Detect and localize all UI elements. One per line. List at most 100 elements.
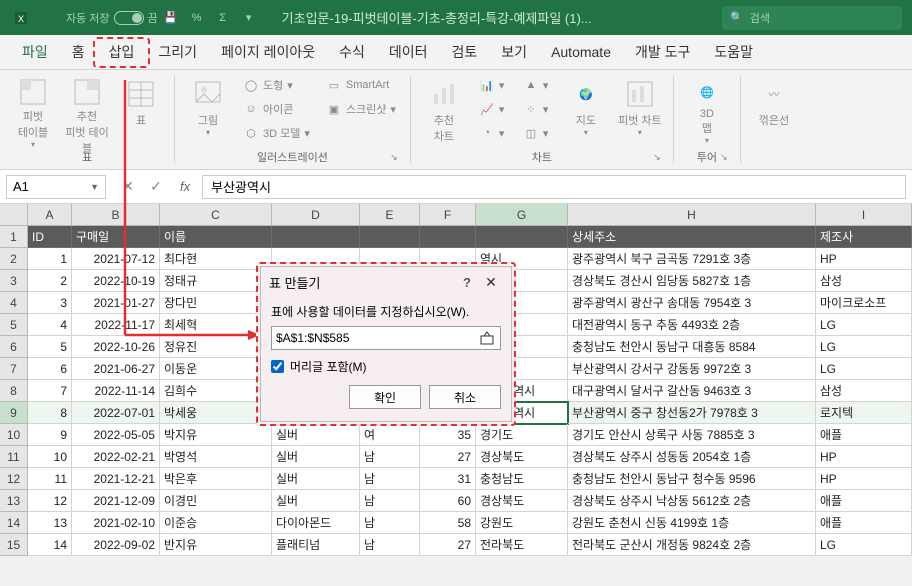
cell[interactable]: 8 (28, 402, 72, 424)
header-cell[interactable]: 이름 (160, 226, 272, 248)
cell[interactable]: 전라북도 (476, 534, 568, 556)
icons-button[interactable]: ☺아이콘 (237, 98, 316, 120)
chart-type-1[interactable]: 📊▾ (473, 74, 513, 96)
header-cell[interactable] (360, 226, 420, 248)
tab-data[interactable]: 데이터 (377, 35, 440, 70)
cell[interactable]: 박지유 (160, 424, 272, 446)
cell[interactable]: 부산광역시 강서구 강동동 9972호 3 (568, 358, 816, 380)
cell[interactable]: 반지유 (160, 534, 272, 556)
cell[interactable]: 60 (420, 490, 476, 512)
cell[interactable]: 3 (28, 292, 72, 314)
cell[interactable]: 다이아몬드 (272, 512, 360, 534)
cell[interactable]: 실버 (272, 446, 360, 468)
cell[interactable]: 2021-02-10 (72, 512, 160, 534)
col-header-I[interactable]: I (816, 204, 912, 225)
header-cell[interactable]: ID (28, 226, 72, 248)
cell[interactable]: 2021-06-27 (72, 358, 160, 380)
tab-developer[interactable]: 개발 도구 (623, 35, 702, 70)
row-header-7[interactable]: 7 (0, 358, 28, 380)
cell[interactable]: 1 (28, 248, 72, 270)
chart-type-3[interactable]: ◔▾ (473, 122, 513, 144)
cell[interactable]: 2 (28, 270, 72, 292)
row-header-1[interactable]: 1 (0, 226, 28, 248)
row-header-11[interactable]: 11 (0, 446, 28, 468)
col-header-H[interactable]: H (568, 204, 816, 225)
row-header-6[interactable]: 6 (0, 336, 28, 358)
tab-formulas[interactable]: 수식 (327, 35, 377, 70)
header-cell[interactable]: 구매일 (72, 226, 160, 248)
cell[interactable]: 실버 (272, 424, 360, 446)
dialog-launcher-icon[interactable]: ↘ (388, 151, 400, 163)
cell[interactable]: 전라북도 군산시 개정동 9824호 2층 (568, 534, 816, 556)
dialog-launcher-icon[interactable]: ↘ (651, 151, 663, 163)
cell[interactable]: 9 (28, 424, 72, 446)
row-header-3[interactable]: 3 (0, 270, 28, 292)
cell[interactable]: 5 (28, 336, 72, 358)
cell[interactable]: 경상북도 상주시 성동동 2054호 1층 (568, 446, 816, 468)
row-header-5[interactable]: 5 (0, 314, 28, 336)
cell[interactable]: 실버 (272, 490, 360, 512)
3dmodel-button[interactable]: ⬡3D 모델 ▾ (237, 122, 316, 144)
picture-button[interactable]: 그림▾ (183, 74, 233, 149)
row-header-14[interactable]: 14 (0, 512, 28, 534)
row-header-2[interactable]: 2 (0, 248, 28, 270)
cell[interactable]: 남 (360, 512, 420, 534)
tab-view[interactable]: 보기 (489, 35, 539, 70)
tab-review[interactable]: 검토 (440, 35, 490, 70)
cell[interactable]: 애플 (816, 512, 912, 534)
header-cell[interactable]: 제조사 (816, 226, 912, 248)
header-cell[interactable]: 상세주소 (568, 226, 816, 248)
col-header-C[interactable]: C (160, 204, 272, 225)
chart-type-6[interactable]: ◫▾ (517, 122, 557, 144)
cell[interactable]: 광주광역시 광산구 송대동 7954호 3 (568, 292, 816, 314)
row-header-4[interactable]: 4 (0, 292, 28, 314)
cell[interactable]: 박은후 (160, 468, 272, 490)
tab-home[interactable]: 홈 (60, 35, 97, 70)
shapes-button[interactable]: ◯도형 ▾ (237, 74, 316, 96)
cell[interactable]: 강원도 춘천시 신동 4199호 1층 (568, 512, 816, 534)
tab-insert[interactable]: 삽입 (97, 35, 147, 70)
sparkline-button[interactable]: 〰 꺾은선 (749, 74, 799, 149)
cell[interactable]: 이경민 (160, 490, 272, 512)
cell[interactable]: 충청남도 천안시 동남구 대흥동 8584 (568, 336, 816, 358)
cell[interactable]: LG (816, 358, 912, 380)
cell[interactable]: 박영석 (160, 446, 272, 468)
rec-chart-button[interactable]: 추천 차트 (419, 74, 469, 149)
cell[interactable]: 남 (360, 490, 420, 512)
col-header-B[interactable]: B (72, 204, 160, 225)
cell[interactable]: 애플 (816, 490, 912, 512)
row-header-12[interactable]: 12 (0, 468, 28, 490)
cell[interactable]: 광주광역시 북구 금곡동 7291호 3층 (568, 248, 816, 270)
cell[interactable]: 이준승 (160, 512, 272, 534)
row-header-8[interactable]: 8 (0, 380, 28, 402)
rec-pivot-button[interactable]: 추천 피벗 테이블 (62, 74, 112, 149)
cell[interactable]: 충청남도 천안시 동남구 청수동 9596 (568, 468, 816, 490)
cell[interactable]: 삼성 (816, 380, 912, 402)
more-qat-icon[interactable]: ▾ (240, 9, 258, 27)
cell[interactable]: 충청남도 (476, 468, 568, 490)
row-header-9[interactable]: 9 (0, 402, 28, 424)
cell[interactable]: 35 (420, 424, 476, 446)
cell[interactable]: 남 (360, 446, 420, 468)
cell[interactable]: 실버 (272, 468, 360, 490)
cell[interactable]: 경상북도 상주시 낙상동 5612호 2층 (568, 490, 816, 512)
cell[interactable]: 2021-12-21 (72, 468, 160, 490)
cell[interactable]: 27 (420, 534, 476, 556)
cell[interactable]: 10 (28, 446, 72, 468)
cell[interactable]: LG (816, 314, 912, 336)
select-all-corner[interactable] (0, 204, 28, 225)
chart-type-2[interactable]: 📈▾ (473, 98, 513, 120)
cell[interactable]: LG (816, 534, 912, 556)
cell[interactable]: 대구광역시 달서구 갈산동 9463호 3 (568, 380, 816, 402)
cell[interactable]: 플래티넘 (272, 534, 360, 556)
cell[interactable]: HP (816, 446, 912, 468)
cell[interactable]: 경상북도 (476, 490, 568, 512)
search-box[interactable]: 🔍 검색 (722, 6, 902, 30)
cell[interactable]: 2022-05-05 (72, 424, 160, 446)
row-header-15[interactable]: 15 (0, 534, 28, 556)
cell[interactable]: LG (816, 336, 912, 358)
table-button[interactable]: 표 (116, 74, 166, 149)
dialog-launcher-icon[interactable]: ↘ (718, 151, 730, 163)
maps-button[interactable]: 🌍 지도▾ (561, 74, 611, 149)
cell[interactable]: 7 (28, 380, 72, 402)
